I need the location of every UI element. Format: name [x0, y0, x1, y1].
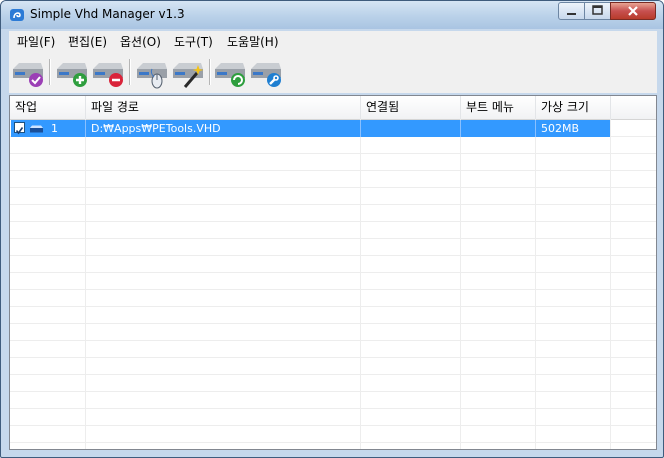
- row-attached: [361, 120, 461, 137]
- remove-vhd-button[interactable]: [91, 55, 125, 89]
- grid-line: [10, 238, 656, 239]
- grid-column-line: [610, 119, 611, 449]
- title-bar[interactable]: Simple Vhd Manager v1.3: [1, 1, 663, 29]
- app-window: Simple Vhd Manager v1.3 파일(F) 편집(E) 옵션(O…: [0, 0, 664, 458]
- menu-edit[interactable]: 편집(E): [68, 33, 107, 50]
- grid-line: [10, 255, 656, 256]
- disk-wrench-icon: [251, 63, 281, 87]
- menu-tools[interactable]: 도구(T): [174, 33, 213, 50]
- close-button[interactable]: [610, 2, 656, 20]
- disk-icon: [30, 125, 43, 133]
- grid-line: [10, 204, 656, 205]
- menu-options[interactable]: 옵션(O): [120, 33, 161, 50]
- grid-line: [10, 357, 656, 358]
- grid-column-line: [535, 119, 536, 449]
- toolbar-separator: [209, 59, 211, 85]
- row-size: 502MB: [541, 122, 580, 135]
- menu-file[interactable]: 파일(F): [17, 33, 55, 50]
- toolbar: [9, 51, 657, 93]
- checkmark-icon: [15, 127, 24, 135]
- grid-line: [10, 187, 656, 188]
- table-row[interactable]: 1 D:₩Apps₩PETools.VHD 502MB: [11, 120, 610, 137]
- disk-refresh-icon: [215, 63, 245, 87]
- attach-check-button[interactable]: [11, 55, 45, 89]
- maximize-button[interactable]: [584, 2, 611, 20]
- row-action-cell: 1: [11, 120, 86, 137]
- menu-help[interactable]: 도움말(H): [227, 33, 279, 50]
- column-header-action[interactable]: 작업: [10, 96, 86, 119]
- column-header-path[interactable]: 파일 경로: [86, 96, 361, 119]
- toolbar-separator: [49, 59, 51, 85]
- app-icon: [10, 9, 24, 21]
- grid-line: [10, 391, 656, 392]
- minimize-icon: [567, 13, 576, 15]
- grid-line: [10, 153, 656, 154]
- grid-line: [10, 170, 656, 171]
- disk-wand-icon: [173, 63, 204, 88]
- row-checkbox[interactable]: [14, 122, 25, 135]
- refresh-button[interactable]: [213, 55, 247, 89]
- close-icon: [628, 6, 638, 16]
- row-index: 1: [51, 122, 58, 135]
- grid-line: [10, 272, 656, 273]
- grid-line: [10, 408, 656, 409]
- grid-line: [10, 340, 656, 341]
- grid-line: [10, 221, 656, 222]
- column-header-size[interactable]: 가상 크기: [536, 96, 611, 119]
- window-title: Simple Vhd Manager v1.3: [30, 7, 185, 21]
- disk-add-icon: [57, 63, 87, 87]
- vhd-list[interactable]: 작업 파일 경로 연결됨 부트 메뉴 가상 크기 1 D:₩Apps₩PEToo…: [9, 95, 657, 450]
- disk-remove-icon: [93, 63, 123, 87]
- disk-check-icon: [13, 63, 43, 87]
- grid-line: [10, 289, 656, 290]
- grid-line: [10, 425, 656, 426]
- add-vhd-button[interactable]: [55, 55, 89, 89]
- list-header: 작업 파일 경로 연결됨 부트 메뉴 가상 크기: [10, 96, 656, 120]
- wizard-button[interactable]: [171, 55, 205, 89]
- list-grid: [10, 119, 656, 449]
- boot-menu-button[interactable]: [135, 55, 169, 89]
- toolbar-separator: [129, 59, 131, 85]
- menu-bar: 파일(F) 편집(E) 옵션(O) 도구(T) 도움말(H): [9, 31, 657, 51]
- grid-line: [10, 306, 656, 307]
- grid-line: [10, 442, 656, 443]
- maximize-icon: [592, 5, 603, 15]
- disk-mouse-icon: [137, 63, 167, 89]
- row-boot-menu: [461, 120, 536, 137]
- minimize-button[interactable]: [558, 2, 585, 20]
- row-path: D:₩Apps₩PETools.VHD: [86, 120, 361, 137]
- column-header-attached[interactable]: 연결됨: [361, 96, 461, 119]
- column-header-boot-menu[interactable]: 부트 메뉴: [461, 96, 536, 119]
- grid-line: [10, 323, 656, 324]
- grid-line: [10, 374, 656, 375]
- grid-column-line: [460, 119, 461, 449]
- grid-column-line: [360, 119, 361, 449]
- grid-column-line: [85, 119, 86, 449]
- settings-button[interactable]: [249, 55, 283, 89]
